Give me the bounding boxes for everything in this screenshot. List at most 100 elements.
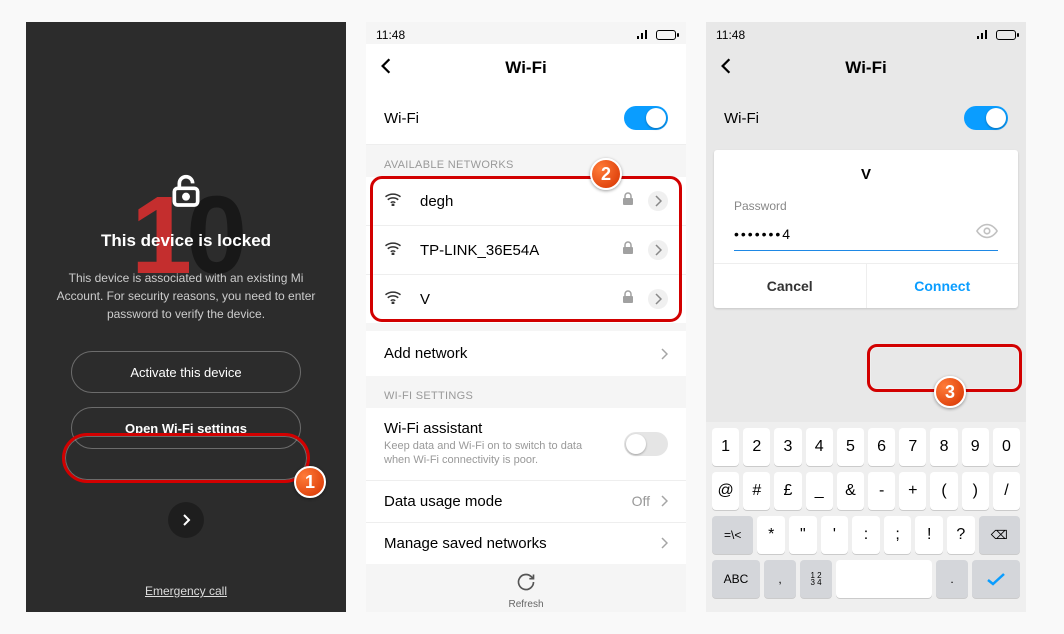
screen-device-locked: 10 This device is locked This device is …	[26, 22, 346, 612]
wifi-assistant-row[interactable]: Wi-Fi assistant Keep data and Wi-Fi on t…	[366, 408, 686, 481]
network-details-button[interactable]	[648, 191, 668, 211]
keyboard-key[interactable]: !	[915, 516, 943, 554]
wifi-icon	[384, 241, 404, 259]
network-row[interactable]: TP-LINK_36E54A	[366, 226, 686, 275]
keyboard-key[interactable]: '	[821, 516, 849, 554]
keyboard-key[interactable]: 4	[806, 428, 833, 466]
keyboard-key[interactable]: *	[757, 516, 785, 554]
keyboard-key[interactable]: +	[899, 472, 926, 510]
open-wifi-settings-button[interactable]: Open Wi-Fi settings	[71, 407, 301, 449]
chevron-right-icon	[660, 495, 668, 507]
password-dialog: V Password Cancel Connect	[714, 150, 1018, 308]
keyboard-key[interactable]: .	[936, 560, 968, 598]
callout-badge-1: 1	[305, 472, 315, 493]
page-title: Wi-Fi	[845, 58, 886, 78]
page-title: Wi-Fi	[505, 58, 546, 78]
on-screen-keyboard[interactable]: 1234567890 @#£_&-+()/ =\<*"':;!?⌫ ABC,1 …	[706, 422, 1026, 612]
keyboard-key[interactable]: -	[868, 472, 895, 510]
keyboard-key[interactable]: ?	[947, 516, 975, 554]
chevron-right-icon	[660, 537, 668, 549]
wifi-toggle-row: Wi-Fi	[706, 92, 1026, 144]
keyboard-key[interactable]: /	[993, 472, 1020, 510]
keyboard-key[interactable]: ;	[884, 516, 912, 554]
callout-badge-2: 2	[601, 164, 611, 185]
lock-icon	[622, 290, 636, 308]
lock-icon	[622, 192, 636, 210]
locked-description: This device is associated with an existi…	[42, 269, 330, 323]
screen-wifi-password: 11:48 Wi-Fi Wi-Fi V Password	[706, 22, 1026, 612]
status-bar: 11:48	[706, 22, 1026, 44]
password-label: Password	[734, 199, 998, 213]
keyboard-key[interactable]: £	[774, 472, 801, 510]
locked-title: This device is locked	[101, 231, 271, 251]
network-row[interactable]: V	[366, 275, 686, 323]
keyboard-key[interactable]: "	[789, 516, 817, 554]
keyboard-key[interactable]: 8	[930, 428, 957, 466]
keyboard-key[interactable]: 5	[837, 428, 864, 466]
status-time: 11:48	[376, 28, 405, 42]
show-password-icon[interactable]	[976, 223, 998, 244]
keyboard-key[interactable]: 1	[712, 428, 739, 466]
wifi-assistant-toggle[interactable]	[624, 432, 668, 456]
network-list: degh TP-LINK_36E54A V	[366, 177, 686, 323]
keyboard-key[interactable]: ,	[764, 560, 796, 598]
network-name: V	[420, 291, 622, 308]
keyboard-key[interactable]: ABC	[712, 560, 760, 598]
wifi-toggle[interactable]	[964, 106, 1008, 130]
keyboard-key[interactable]: :	[852, 516, 880, 554]
wifi-header: Wi-Fi	[366, 44, 686, 92]
network-name: degh	[420, 193, 622, 210]
wifi-toggle[interactable]	[624, 106, 668, 130]
cancel-button[interactable]: Cancel	[714, 264, 867, 308]
keyboard-key[interactable]: @	[712, 472, 739, 510]
signal-icon	[636, 30, 650, 40]
keyboard-key[interactable]	[972, 560, 1020, 598]
network-row[interactable]: degh	[366, 177, 686, 226]
keyboard-key[interactable]: 6	[868, 428, 895, 466]
wifi-toggle-row: Wi-Fi	[366, 92, 686, 145]
status-bar: 11:48	[366, 22, 686, 44]
connect-button[interactable]: Connect	[867, 264, 1019, 308]
keyboard-key[interactable]: )	[962, 472, 989, 510]
battery-icon	[996, 30, 1016, 40]
password-input[interactable]	[734, 226, 976, 242]
wifi-settings-header: WI-FI SETTINGS	[366, 376, 686, 408]
next-chevron-button[interactable]	[168, 502, 204, 538]
wifi-icon	[384, 192, 404, 210]
callout-badge-3: 3	[945, 382, 955, 403]
keyboard-key[interactable]: 3	[774, 428, 801, 466]
back-button[interactable]	[380, 57, 392, 80]
manage-saved-row[interactable]: Manage saved networks	[366, 523, 686, 564]
activate-device-button[interactable]: Activate this device	[71, 351, 301, 393]
keyboard-key[interactable]: 9	[962, 428, 989, 466]
add-network-row[interactable]: Add network	[366, 323, 686, 376]
dialog-ssid: V	[714, 150, 1018, 193]
keyboard-key[interactable]: &	[837, 472, 864, 510]
keyboard-key[interactable]	[836, 560, 932, 598]
keyboard-key[interactable]: 1 23 4	[800, 560, 832, 598]
back-button[interactable]	[720, 57, 732, 80]
network-details-button[interactable]	[648, 240, 668, 260]
network-details-button[interactable]	[648, 289, 668, 309]
keyboard-key[interactable]: =\<	[712, 516, 753, 554]
keyboard-key[interactable]: 0	[993, 428, 1020, 466]
available-networks-header: AVAILABLE NETWORKS	[366, 145, 686, 177]
wifi-header: Wi-Fi	[706, 44, 1026, 92]
keyboard-key[interactable]: 2	[743, 428, 770, 466]
lock-icon	[166, 170, 206, 215]
keyboard-key[interactable]: (	[930, 472, 957, 510]
refresh-button[interactable]: Refresh	[366, 564, 686, 612]
wifi-icon	[384, 290, 404, 308]
chevron-right-icon	[660, 348, 668, 360]
status-time: 11:48	[716, 28, 745, 42]
battery-icon	[656, 30, 676, 40]
keyboard-key[interactable]: #	[743, 472, 770, 510]
data-usage-row[interactable]: Data usage mode Off	[366, 481, 686, 523]
keyboard-key[interactable]: 7	[899, 428, 926, 466]
screen-wifi-list: 11:48 Wi-Fi Wi-Fi AVAILABLE NETWORKS deg…	[366, 22, 686, 612]
signal-icon	[976, 30, 990, 40]
emergency-call-link[interactable]: Emergency call	[145, 584, 227, 598]
keyboard-key[interactable]: ⌫	[979, 516, 1020, 554]
lock-icon	[622, 241, 636, 259]
keyboard-key[interactable]: _	[806, 472, 833, 510]
